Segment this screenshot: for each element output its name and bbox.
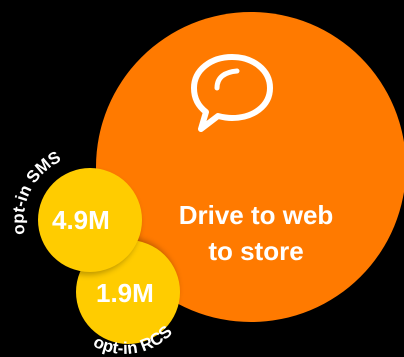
diagram-canvas: Drive to web to store 4.9M 1.9M opt-in S… — [0, 0, 404, 357]
rcs-value: 1.9M — [96, 278, 154, 308]
sms-value: 4.9M — [52, 205, 110, 235]
main-label: Drive to web to store — [178, 200, 334, 266]
speech-bubble-icon — [191, 54, 273, 132]
